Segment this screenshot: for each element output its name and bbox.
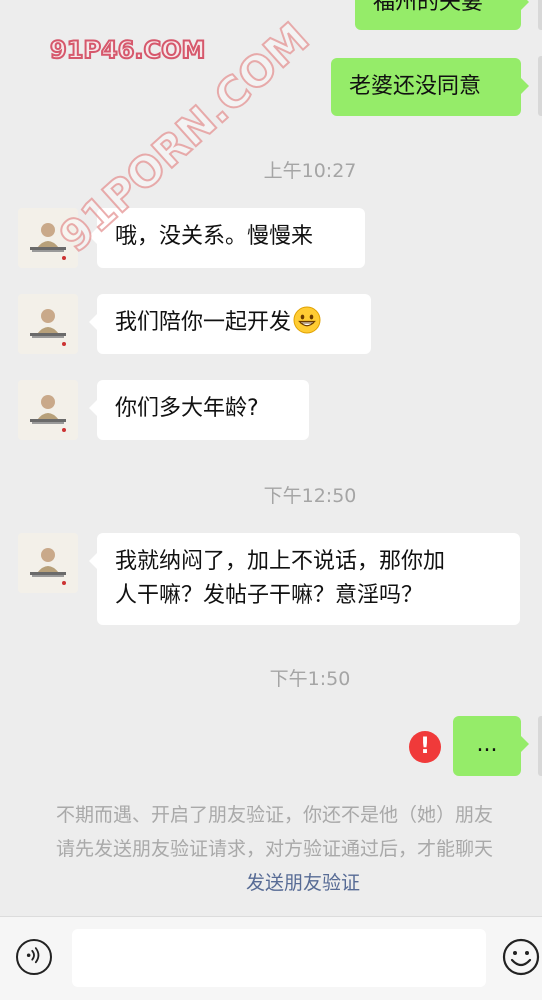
self-avatar[interactable] [538, 56, 542, 116]
message-bubble-self[interactable]: ... [453, 716, 529, 776]
system-notice-line: 请先发送朋友验证请求，对方验证通过后，才能聊天 [56, 838, 494, 860]
voice-icon[interactable] [16, 939, 52, 975]
grinning-face-icon [293, 306, 321, 334]
message-input[interactable] [72, 929, 486, 987]
timestamp: 下午1:50 [269, 668, 351, 690]
self-avatar[interactable] [538, 0, 542, 30]
message-text: 福州的夫妻 [373, 0, 484, 15]
message-text: 哦，没关系。慢慢来 [115, 224, 314, 249]
input-bar [0, 916, 542, 1000]
timestamp: 上午10:27 [263, 160, 357, 182]
message-text: ... [476, 732, 498, 757]
message-text: 你们多大年龄? [115, 396, 259, 421]
message-bubble-other[interactable]: 我们陪你一起开发 [89, 294, 371, 354]
message-bubble-self[interactable]: 福州的夫妻 [355, 0, 529, 30]
message-text-line: 我就纳闷了，加上不说话，那你加 [115, 549, 446, 574]
message-text: 老婆还没同意 [349, 74, 482, 99]
system-notice-line: 不期而遇、开启了朋友验证，你还不是他（她）朋友 [56, 804, 494, 826]
timestamp: 下午12:50 [263, 485, 357, 507]
message-text-line: 人干嘛？发帖子干嘛？意淫吗？ [115, 583, 424, 608]
emoji-icon[interactable] [501, 937, 541, 977]
watermark-top: 91P46.COM [49, 35, 206, 65]
message-bubble-other[interactable]: 哦，没关系。慢慢来 [89, 208, 365, 268]
message-bubble-other[interactable]: 我就纳闷了，加上不说话，那你加 人干嘛？发帖子干嘛？意淫吗？ [89, 533, 520, 625]
message-bubble-self[interactable]: 老婆还没同意 [331, 58, 529, 116]
send-friend-request-link[interactable]: 发送朋友验证 [246, 868, 360, 895]
chat-screen: 91P46.COM 91PORN.COM 福州的夫妻 老婆还没同意 上午10:2… [0, 0, 542, 1000]
message-text: 我们陪你一起开发 [115, 310, 292, 335]
message-bubble-other[interactable]: 你们多大年龄? [89, 380, 309, 440]
self-avatar[interactable] [538, 716, 542, 776]
contact-avatar[interactable] [18, 294, 78, 354]
contact-avatar[interactable] [18, 533, 78, 593]
contact-avatar[interactable] [18, 380, 78, 440]
send-failed-icon[interactable]: ! [409, 731, 441, 763]
